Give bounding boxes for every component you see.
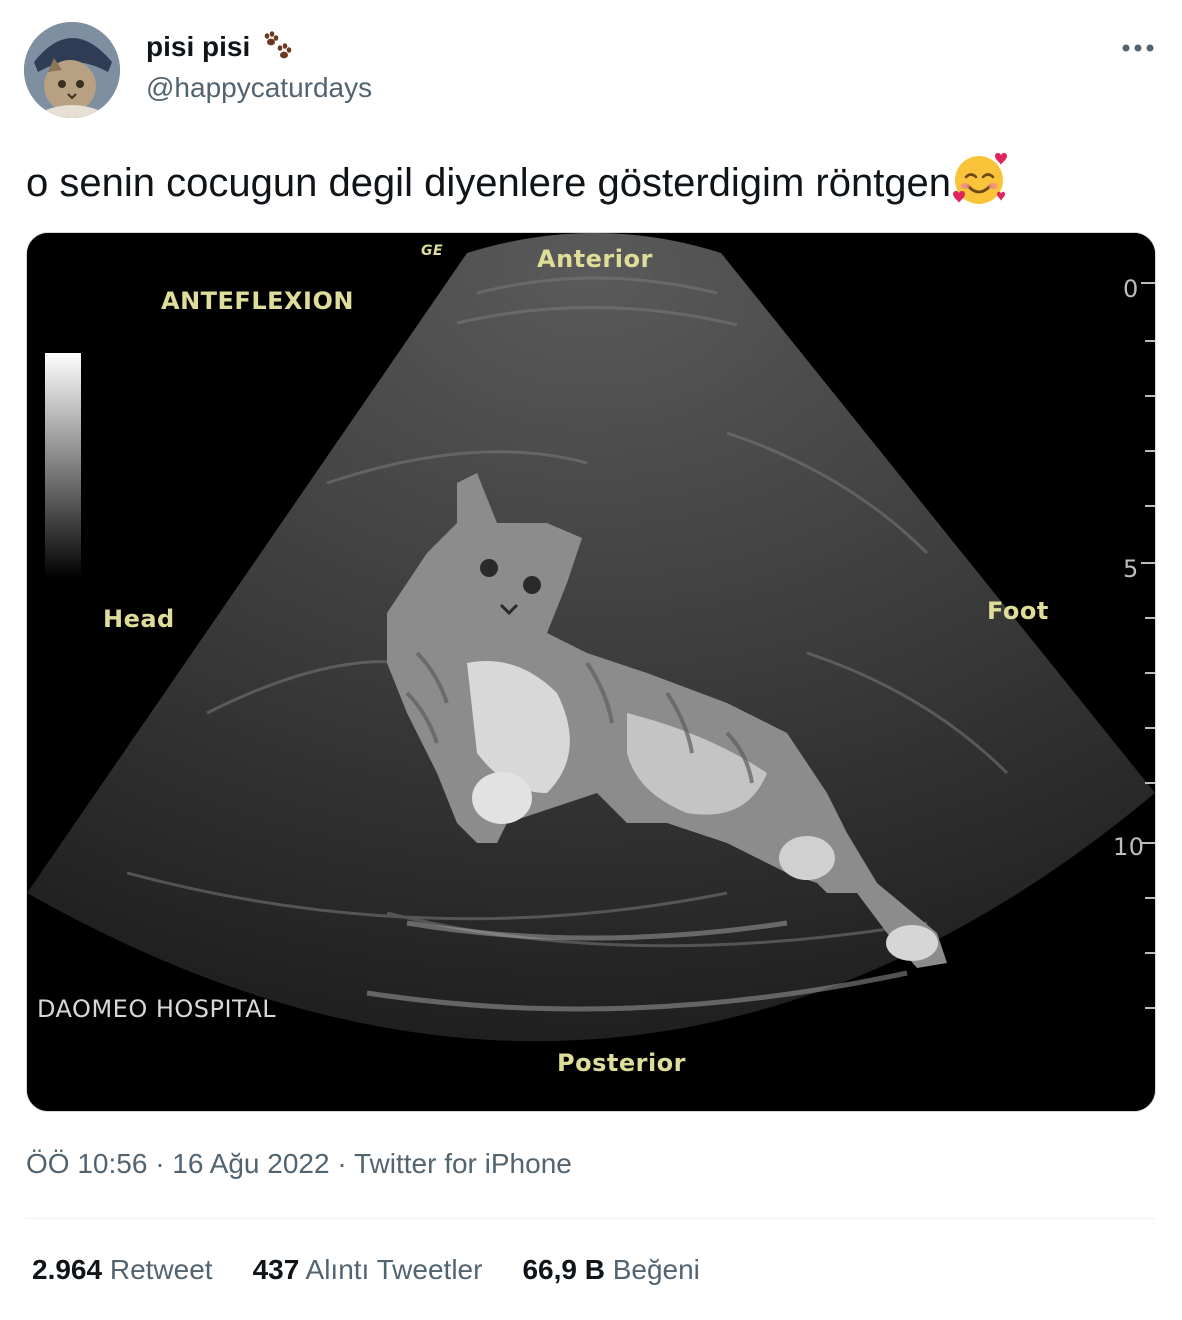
retweets-label: Retweet [109, 1254, 213, 1285]
paw-prints-icon [264, 31, 292, 59]
retweets-count: 2.964 [32, 1254, 103, 1285]
tweet-source-link[interactable]: Twitter for iPhone [354, 1148, 572, 1179]
label-anterior: Anterior [537, 245, 653, 273]
ultrasound-cat-image [27, 233, 1155, 1111]
label-posterior: Posterior [557, 1049, 686, 1077]
cat-avatar-icon [24, 22, 120, 118]
ge-logo: GE [421, 243, 444, 259]
scale-label-10: 10 [1113, 833, 1145, 861]
divider [26, 1218, 1156, 1219]
label-head: Head [103, 605, 175, 633]
likes-label: Beğeni [612, 1254, 700, 1285]
meta-separator: · [155, 1148, 165, 1179]
more-options-icon [1122, 44, 1154, 52]
label-foot: Foot [987, 597, 1049, 625]
quotes-label: Alıntı Tweetler [305, 1254, 483, 1285]
quotes-count: 437 [252, 1254, 300, 1285]
meta-separator: · [337, 1148, 347, 1179]
retweets-stat[interactable]: 2.964 Retweet [32, 1254, 213, 1286]
user-handle[interactable]: @happycaturdays [146, 72, 372, 104]
tweet-text-body: o senin cocugun degil diyenlere gösterdi… [26, 161, 952, 205]
tweet-time[interactable]: ÖÖ 10:56 [26, 1148, 147, 1179]
display-name[interactable]: pisi pisi [146, 30, 294, 64]
likes-count: 66,9 B [522, 1254, 605, 1285]
more-options-button[interactable] [1118, 34, 1158, 62]
label-anteflexion: ANTEFLEXION [161, 287, 354, 315]
smiling-face-with-hearts-icon [953, 153, 1008, 204]
label-hospital: DAOMEO HOSPITAL [37, 995, 277, 1023]
tweet-media-image[interactable]: GE Anterior ANTEFLEXION Head Foot DAOMEO… [26, 232, 1156, 1112]
grayscale-bar [45, 353, 81, 579]
avatar[interactable] [24, 22, 120, 118]
scale-label-0: 0 [1123, 275, 1139, 303]
tweet-text: o senin cocugun degil diyenlere gösterdi… [26, 150, 1009, 211]
display-name-text: pisi pisi [146, 31, 251, 62]
quotes-stat[interactable]: 437 Alıntı Tweetler [253, 1254, 483, 1286]
scale-label-5: 5 [1123, 555, 1139, 583]
tweet-meta: ÖÖ 10:56 · 16 Ağu 2022 · Twitter for iPh… [26, 1148, 572, 1180]
tweet-date[interactable]: 16 Ağu 2022 [172, 1148, 329, 1179]
likes-stat[interactable]: 66,9 B Beğeni [522, 1254, 699, 1286]
tweet-stats: 2.964 Retweet 437 Alıntı Tweetler 66,9 B… [32, 1254, 700, 1286]
